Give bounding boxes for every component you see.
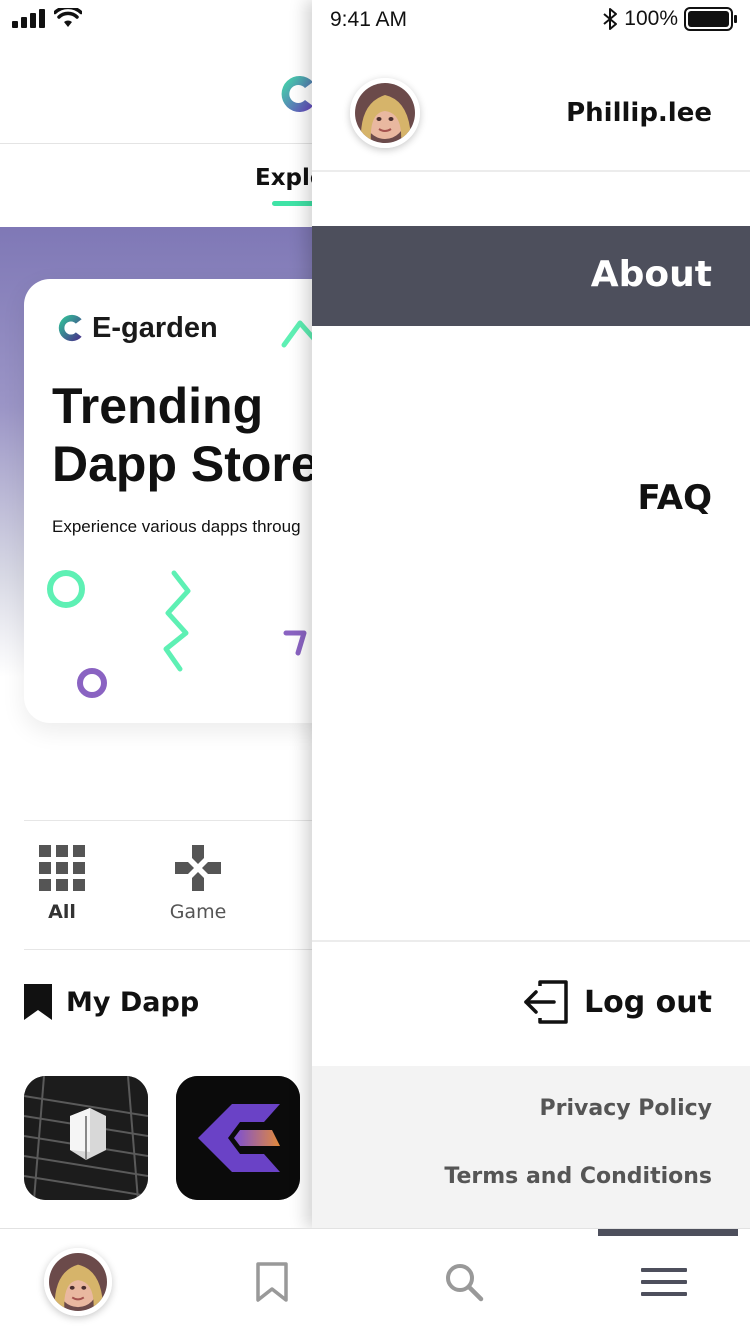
nav-avatar <box>44 1248 112 1316</box>
status-time: 9:41 AM <box>330 8 408 31</box>
menu-item-about[interactable]: About <box>312 226 750 326</box>
signal-icon <box>12 9 45 28</box>
category-all[interactable]: All <box>22 845 102 923</box>
logout-button[interactable]: Log out <box>522 980 712 1024</box>
wifi-icon <box>54 8 82 27</box>
nav-bookmarks[interactable] <box>212 1229 332 1334</box>
bottom-nav <box>0 1228 750 1334</box>
card-brand-name: E-garden <box>92 311 218 344</box>
grid-icon <box>39 845 85 891</box>
hamburger-menu-icon <box>641 1268 687 1296</box>
status-bar-left <box>12 8 82 28</box>
drawer-status-bar: 9:41 AM 100% <box>312 0 750 40</box>
egarden-logo-icon <box>58 314 82 342</box>
side-drawer: 9:41 AM 100% Phillip.lee About FAQ Log o… <box>312 0 750 1228</box>
bluetooth-icon <box>603 8 618 30</box>
building-app-icon <box>24 1076 148 1200</box>
logout-icon <box>524 980 568 1024</box>
avatar[interactable] <box>350 78 420 148</box>
menu-item-faq[interactable]: FAQ <box>312 326 750 666</box>
card-description: Experience various dapps throug <box>52 517 301 536</box>
logout-section: Log out <box>312 940 750 1066</box>
my-dapp-title: My Dapp <box>66 986 200 1018</box>
privacy-policy-link[interactable]: Privacy Policy <box>540 1096 712 1121</box>
terms-link[interactable]: Terms and Conditions <box>444 1164 712 1189</box>
category-game[interactable]: Game <box>158 845 238 923</box>
battery-percentage: 100% <box>624 7 678 30</box>
bookmark-icon <box>24 984 52 1020</box>
deco-circle-purple <box>77 668 107 698</box>
drawer-profile[interactable]: Phillip.lee <box>312 40 750 172</box>
battery-icon <box>684 7 737 31</box>
avatar-photo <box>355 83 415 143</box>
deco-zigzag-green <box>163 570 191 672</box>
e-logo-app-icon <box>176 1076 300 1200</box>
avatar-photo <box>49 1253 107 1311</box>
search-icon <box>446 1264 484 1302</box>
nav-search[interactable] <box>404 1229 524 1334</box>
dapp-icon-building[interactable] <box>24 1076 148 1200</box>
gamepad-icon <box>175 845 221 891</box>
card-brand: E-garden <box>54 311 218 345</box>
category-label-all: All <box>48 901 76 923</box>
logout-label: Log out <box>584 984 712 1020</box>
status-bar-right: 100% <box>602 6 738 32</box>
category-label-game: Game <box>169 901 227 923</box>
menu-item-about-label: About <box>590 254 712 295</box>
deco-circle-green <box>47 570 85 608</box>
bookmark-outline-icon <box>256 1262 288 1302</box>
drawer-footer: Privacy Policy Terms and Conditions <box>312 1066 750 1228</box>
nav-menu[interactable] <box>604 1229 724 1334</box>
dapp-icon-e-logo[interactable] <box>176 1076 300 1200</box>
my-dapp-header: My Dapp <box>24 984 199 1020</box>
nav-profile[interactable] <box>18 1229 138 1334</box>
menu-item-faq-label: FAQ <box>637 478 712 518</box>
username: Phillip.lee <box>566 98 712 128</box>
